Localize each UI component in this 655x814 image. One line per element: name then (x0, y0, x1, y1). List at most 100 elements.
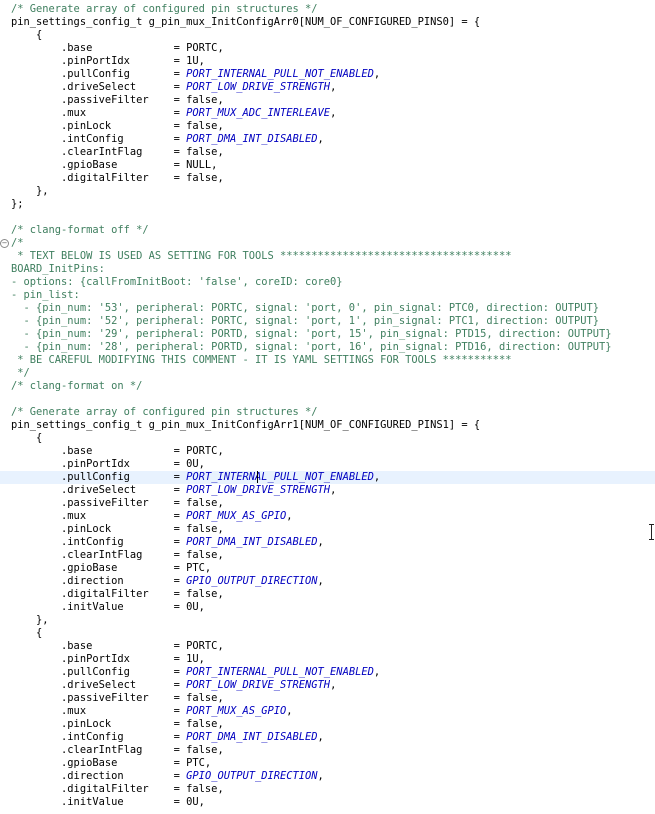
comment-token: /* (11, 237, 24, 249)
code-line[interactable]: - {pin_num: '53', peripheral: PORTC, sig… (0, 302, 655, 315)
code-line-text: .pullConfig = PORT_INTERNAL_PULL_NOT_ENA… (11, 471, 380, 484)
code-line-text: .clearIntFlag = false, (11, 744, 224, 757)
code-line[interactable]: .mux = PORT_MUX_AS_GPIO, (0, 510, 655, 523)
code-token: .initValue = 0U, (11, 601, 205, 613)
code-token: , (317, 731, 324, 743)
code-line[interactable]: - {pin_num: '52', peripheral: PORTC, sig… (0, 315, 655, 328)
code-token: , (373, 68, 381, 80)
code-line[interactable]: .pinLock = false, (0, 523, 655, 536)
code-line-text: .clearIntFlag = false, (11, 146, 224, 159)
code-line[interactable]: .initValue = 0U, (0, 796, 655, 809)
code-line[interactable]: pin_settings_config_t g_pin_mux_InitConf… (0, 419, 655, 432)
code-token: .digitalFilter = false, (11, 783, 224, 795)
code-line[interactable]: /* Generate array of configured pin stru… (0, 406, 655, 419)
comment-token: - pin_list: (11, 289, 80, 301)
code-line[interactable]: .direction = GPIO_OUTPUT_DIRECTION, (0, 575, 655, 588)
comment-token: /* Generate array of configured pin stru… (11, 3, 318, 15)
code-line[interactable]: .pullConfig = PORT_INTERNAL_PULL_NOT_ENA… (0, 666, 655, 679)
code-token: .mux = (11, 510, 187, 522)
code-line[interactable]: .driveSelect = PORT_LOW_DRIVE_STRENGTH, (0, 679, 655, 692)
code-token: .clearIntFlag = false, (11, 549, 224, 561)
code-line[interactable]: .digitalFilter = false, (0, 172, 655, 185)
code-line-text: /* (11, 237, 24, 250)
code-line[interactable]: .passiveFilter = false, (0, 497, 655, 510)
code-token: .digitalFilter = false, (11, 172, 224, 184)
code-line[interactable]: - {pin_num: '29', peripheral: PORTD, sig… (0, 328, 655, 341)
code-line[interactable]: .mux = PORT_MUX_ADC_INTERLEAVE, (0, 107, 655, 120)
code-line[interactable]: { (0, 627, 655, 640)
code-line[interactable]: .direction = GPIO_OUTPUT_DIRECTION, (0, 770, 655, 783)
code-line[interactable]: { (0, 29, 655, 42)
code-line-text: .intConfig = PORT_DMA_INT_DISABLED, (11, 133, 324, 146)
code-line[interactable]: .pinPortIdx = 1U, (0, 653, 655, 666)
code-token: }, (11, 185, 49, 197)
code-line[interactable]: .base = PORTC, (0, 445, 655, 458)
code-token: , (330, 81, 337, 93)
code-line[interactable]: /* clang-format off */ (0, 224, 655, 237)
code-line-text: .driveSelect = PORT_LOW_DRIVE_STRENGTH, (11, 679, 336, 692)
code-line[interactable]: /* Generate array of configured pin stru… (0, 3, 655, 16)
code-line[interactable]: pin_settings_config_t g_pin_mux_InitConf… (0, 16, 655, 29)
code-line[interactable]: .pinLock = false, (0, 120, 655, 133)
code-line[interactable]: .intConfig = PORT_DMA_INT_DISABLED, (0, 731, 655, 744)
code-token: pin_settings_config_t g_pin_mux_InitConf… (11, 419, 481, 431)
code-line[interactable]: /* clang-format on */ (0, 380, 655, 393)
code-line[interactable]: - pin_list: (0, 289, 655, 302)
code-line[interactable]: .driveSelect = PORT_LOW_DRIVE_STRENGTH, (0, 484, 655, 497)
code-line[interactable]: .digitalFilter = false, (0, 588, 655, 601)
code-line[interactable]: }, (0, 185, 655, 198)
code-line[interactable]: .gpioBase = NULL, (0, 159, 655, 172)
code-token: .intConfig = (11, 731, 187, 743)
current-code-line[interactable]: .pullConfig = PORT_INTERNAL_PULL_NOT_ENA… (0, 471, 655, 484)
code-line-text: .base = PORTC, (11, 42, 224, 55)
code-line[interactable]: .passiveFilter = false, (0, 94, 655, 107)
code-line-text: .passiveFilter = false, (11, 497, 224, 510)
code-line-text: .pinPortIdx = 1U, (11, 653, 205, 666)
code-line[interactable]: .gpioBase = PTC, (0, 757, 655, 770)
code-line-text: .passiveFilter = false, (11, 692, 224, 705)
code-line[interactable] (0, 211, 655, 224)
code-line-text: pin_settings_config_t g_pin_mux_InitConf… (11, 16, 480, 29)
code-token: , (317, 536, 324, 548)
code-line[interactable]: .pullConfig = PORT_INTERNAL_PULL_NOT_ENA… (0, 68, 655, 81)
code-line[interactable]: .passiveFilter = false, (0, 692, 655, 705)
code-line[interactable]: .intConfig = PORT_DMA_INT_DISABLED, (0, 536, 655, 549)
code-line[interactable]: .mux = PORT_MUX_AS_GPIO, (0, 705, 655, 718)
code-line[interactable]: .pinPortIdx = 1U, (0, 55, 655, 68)
code-line[interactable]: - {pin_num: '28', peripheral: PORTD, sig… (0, 341, 655, 354)
code-line[interactable]: }; (0, 198, 655, 211)
code-line[interactable]: .intConfig = PORT_DMA_INT_DISABLED, (0, 133, 655, 146)
code-line[interactable]: .gpioBase = PTC, (0, 562, 655, 575)
code-line[interactable]: .base = PORTC, (0, 42, 655, 55)
code-line[interactable]: * BE CAREFUL MODIFYING THIS COMMENT - IT… (0, 354, 655, 367)
code-line-text: .base = PORTC, (11, 640, 224, 653)
code-line[interactable]: .driveSelect = PORT_LOW_DRIVE_STRENGTH, (0, 81, 655, 94)
code-line-text: .direction = GPIO_OUTPUT_DIRECTION, (11, 575, 324, 588)
code-line[interactable]: .clearIntFlag = false, (0, 744, 655, 757)
code-line[interactable]: }, (0, 614, 655, 627)
code-line[interactable]: .initValue = 0U, (0, 601, 655, 614)
collapse-minus-icon[interactable]: − (0, 239, 9, 248)
code-line[interactable]: BOARD_InitPins: (0, 263, 655, 276)
code-line-text: .pinLock = false, (11, 523, 224, 536)
code-line-text: /* clang-format on */ (11, 380, 142, 393)
code-token: .gpioBase = NULL, (11, 159, 218, 171)
code-line[interactable]: .clearIntFlag = false, (0, 146, 655, 159)
code-token: .pinLock = false, (11, 718, 224, 730)
code-line-text: /* Generate array of configured pin stru… (11, 406, 318, 419)
code-line[interactable]: .digitalFilter = false, (0, 783, 655, 796)
code-line[interactable]: .base = PORTC, (0, 640, 655, 653)
code-line[interactable]: /* − (0, 237, 655, 250)
code-line[interactable]: .pinPortIdx = 0U, (0, 458, 655, 471)
code-editor[interactable]: /* Generate array of configured pin stru… (0, 0, 655, 814)
code-line[interactable] (0, 393, 655, 406)
code-line[interactable]: */ (0, 367, 655, 380)
code-line[interactable]: * TEXT BELOW IS USED AS SETTING FOR TOOL… (0, 250, 655, 263)
code-line[interactable]: .pinLock = false, (0, 718, 655, 731)
code-line[interactable]: { (0, 432, 655, 445)
enum-constant-token: PORT_MUX_AS_GPIO (186, 705, 287, 717)
code-line[interactable]: .clearIntFlag = false, (0, 549, 655, 562)
code-token: .intConfig = (11, 133, 187, 145)
code-line-text: .pinPortIdx = 1U, (11, 55, 205, 68)
code-line[interactable]: - options: {callFromInitBoot: 'false', c… (0, 276, 655, 289)
